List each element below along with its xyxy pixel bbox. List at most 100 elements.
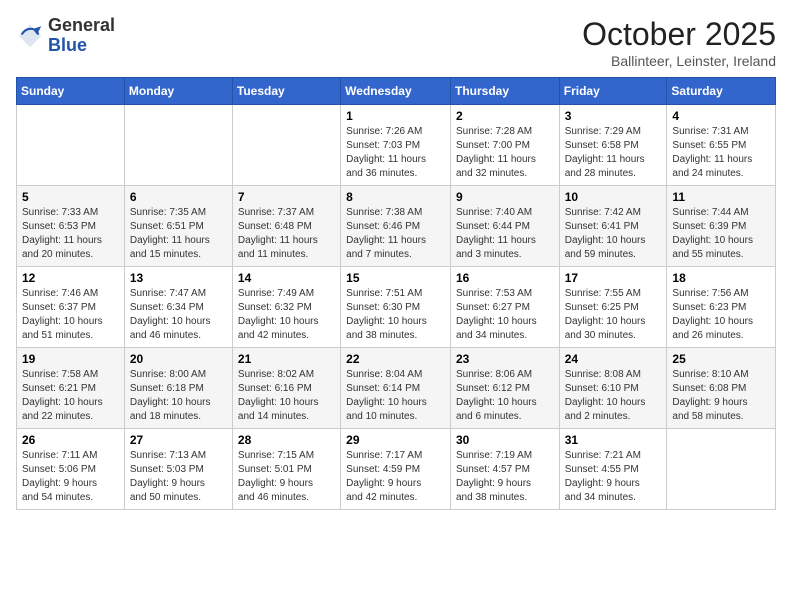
calendar-cell: 17 Sunrise: 7:55 AM Sunset: 6:25 PM Dayli…: [559, 267, 667, 348]
day-info: Sunrise: 7:55 AM Sunset: 6:25 PM Dayligh…: [565, 287, 662, 343]
day-number: 8: [346, 190, 445, 204]
calendar-cell: 21 Sunrise: 8:02 AM Sunset: 6:16 PM Dayli…: [232, 348, 340, 429]
day-number: 27: [130, 433, 227, 447]
calendar-cell: 9Sunrise: 7:40 AM Sunset: 6:44 PM Daylig…: [450, 186, 559, 267]
day-number: 25: [672, 352, 770, 366]
calendar-cell: 1 Sunrise: 7:26 AM Sunset: 7:03 PM Daylig…: [341, 105, 451, 186]
day-number: 16: [456, 271, 554, 285]
day-number: 23: [456, 352, 554, 366]
calendar-cell: 23 Sunrise: 8:06 AM Sunset: 6:12 PM Dayli…: [450, 348, 559, 429]
header-day-wednesday: Wednesday: [341, 78, 451, 105]
day-number: 22: [346, 352, 445, 366]
day-info: Sunrise: 8:02 AM Sunset: 6:16 PM Dayligh…: [238, 368, 335, 424]
calendar-cell: 10Sunrise: 7:42 AM Sunset: 6:41 PM Dayli…: [559, 186, 667, 267]
location: Ballinteer, Leinster, Ireland: [582, 53, 776, 69]
header-day-saturday: Saturday: [667, 78, 776, 105]
day-info: Sunrise: 8:00 AM Sunset: 6:18 PM Dayligh…: [130, 368, 227, 424]
header-day-friday: Friday: [559, 78, 667, 105]
calendar-cell: 31 Sunrise: 7:21 AM Sunset: 4:55 PM Dayli…: [559, 429, 667, 510]
day-info: Sunrise: 8:06 AM Sunset: 6:12 PM Dayligh…: [456, 368, 554, 424]
day-number: 7: [238, 190, 335, 204]
day-info: Sunrise: 7:49 AM Sunset: 6:32 PM Dayligh…: [238, 287, 335, 343]
day-number: 3: [565, 109, 662, 123]
calendar-cell: [232, 105, 340, 186]
day-info: Sunrise: 7:19 AM Sunset: 4:57 PM Dayligh…: [456, 449, 554, 505]
day-number: 2: [456, 109, 554, 123]
calendar-cell: 2Sunrise: 7:28 AM Sunset: 7:00 PM Daylig…: [450, 105, 559, 186]
header-row: SundayMondayTuesdayWednesdayThursdayFrid…: [17, 78, 776, 105]
calendar-cell: 13 Sunrise: 7:47 AM Sunset: 6:34 PM Dayli…: [124, 267, 232, 348]
day-number: 31: [565, 433, 662, 447]
day-number: 28: [238, 433, 335, 447]
calendar-cell: 27 Sunrise: 7:13 AM Sunset: 5:03 PM Dayli…: [124, 429, 232, 510]
calendar-header: SundayMondayTuesdayWednesdayThursdayFrid…: [17, 78, 776, 105]
day-number: 13: [130, 271, 227, 285]
day-info: Sunrise: 8:10 AM Sunset: 6:08 PM Dayligh…: [672, 368, 770, 424]
day-number: 15: [346, 271, 445, 285]
day-number: 26: [22, 433, 119, 447]
logo-icon: [16, 22, 44, 50]
day-info: Sunrise: 7:11 AM Sunset: 5:06 PM Dayligh…: [22, 449, 119, 505]
calendar-cell: 11Sunrise: 7:44 AM Sunset: 6:39 PM Dayli…: [667, 186, 776, 267]
calendar-cell: 16 Sunrise: 7:53 AM Sunset: 6:27 PM Dayli…: [450, 267, 559, 348]
day-info: Sunrise: 8:04 AM Sunset: 6:14 PM Dayligh…: [346, 368, 445, 424]
day-info: Sunrise: 8:08 AM Sunset: 6:10 PM Dayligh…: [565, 368, 662, 424]
day-number: 6: [130, 190, 227, 204]
week-row-3: 12 Sunrise: 7:46 AM Sunset: 6:37 PM Dayli…: [17, 267, 776, 348]
calendar-cell: 12 Sunrise: 7:46 AM Sunset: 6:37 PM Dayli…: [17, 267, 125, 348]
day-info: Sunrise: 7:35 AM Sunset: 6:51 PM Dayligh…: [130, 206, 227, 262]
calendar-cell: 7 Sunrise: 7:37 AM Sunset: 6:48 PM Daylig…: [232, 186, 340, 267]
day-info: Sunrise: 7:13 AM Sunset: 5:03 PM Dayligh…: [130, 449, 227, 505]
day-number: 18: [672, 271, 770, 285]
header-day-sunday: Sunday: [17, 78, 125, 105]
calendar-cell: [667, 429, 776, 510]
day-info: Sunrise: 7:46 AM Sunset: 6:37 PM Dayligh…: [22, 287, 119, 343]
month-title: October 2025: [582, 16, 776, 53]
day-info: Sunrise: 7:15 AM Sunset: 5:01 PM Dayligh…: [238, 449, 335, 505]
day-number: 30: [456, 433, 554, 447]
day-number: 29: [346, 433, 445, 447]
header-day-monday: Monday: [124, 78, 232, 105]
day-info: Sunrise: 7:47 AM Sunset: 6:34 PM Dayligh…: [130, 287, 227, 343]
day-info: Sunrise: 7:26 AM Sunset: 7:03 PM Dayligh…: [346, 125, 445, 181]
calendar-cell: 22 Sunrise: 8:04 AM Sunset: 6:14 PM Dayli…: [341, 348, 451, 429]
day-info: Sunrise: 7:21 AM Sunset: 4:55 PM Dayligh…: [565, 449, 662, 505]
logo: General Blue: [16, 16, 115, 56]
calendar-cell: 3Sunrise: 7:29 AM Sunset: 6:58 PM Daylig…: [559, 105, 667, 186]
day-info: Sunrise: 7:53 AM Sunset: 6:27 PM Dayligh…: [456, 287, 554, 343]
calendar-cell: 5Sunrise: 7:33 AM Sunset: 6:53 PM Daylig…: [17, 186, 125, 267]
day-number: 10: [565, 190, 662, 204]
week-row-4: 19 Sunrise: 7:58 AM Sunset: 6:21 PM Dayli…: [17, 348, 776, 429]
day-number: 17: [565, 271, 662, 285]
logo-text: General Blue: [48, 16, 115, 56]
day-number: 1: [346, 109, 445, 123]
calendar-cell: 28 Sunrise: 7:15 AM Sunset: 5:01 PM Dayli…: [232, 429, 340, 510]
day-number: 11: [672, 190, 770, 204]
day-info: Sunrise: 7:17 AM Sunset: 4:59 PM Dayligh…: [346, 449, 445, 505]
calendar-cell: 14 Sunrise: 7:49 AM Sunset: 6:32 PM Dayli…: [232, 267, 340, 348]
calendar-cell: [17, 105, 125, 186]
calendar-cell: 26 Sunrise: 7:11 AM Sunset: 5:06 PM Dayli…: [17, 429, 125, 510]
day-info: Sunrise: 7:31 AM Sunset: 6:55 PM Dayligh…: [672, 125, 770, 181]
day-info: Sunrise: 7:37 AM Sunset: 6:48 PM Dayligh…: [238, 206, 335, 262]
day-number: 20: [130, 352, 227, 366]
day-number: 21: [238, 352, 335, 366]
day-number: 12: [22, 271, 119, 285]
calendar-cell: 6 Sunrise: 7:35 AM Sunset: 6:51 PM Daylig…: [124, 186, 232, 267]
calendar-table: SundayMondayTuesdayWednesdayThursdayFrid…: [16, 77, 776, 510]
calendar-cell: 25 Sunrise: 8:10 AM Sunset: 6:08 PM Dayli…: [667, 348, 776, 429]
page-header: General Blue October 2025 Ballinteer, Le…: [16, 16, 776, 69]
calendar-cell: 20 Sunrise: 8:00 AM Sunset: 6:18 PM Dayli…: [124, 348, 232, 429]
day-info: Sunrise: 7:38 AM Sunset: 6:46 PM Dayligh…: [346, 206, 445, 262]
calendar-body: 1 Sunrise: 7:26 AM Sunset: 7:03 PM Daylig…: [17, 105, 776, 510]
day-info: Sunrise: 7:58 AM Sunset: 6:21 PM Dayligh…: [22, 368, 119, 424]
day-info: Sunrise: 7:56 AM Sunset: 6:23 PM Dayligh…: [672, 287, 770, 343]
day-number: 19: [22, 352, 119, 366]
day-number: 14: [238, 271, 335, 285]
header-day-tuesday: Tuesday: [232, 78, 340, 105]
day-number: 5: [22, 190, 119, 204]
day-number: 4: [672, 109, 770, 123]
title-block: October 2025 Ballinteer, Leinster, Irela…: [582, 16, 776, 69]
day-info: Sunrise: 7:40 AM Sunset: 6:44 PM Dayligh…: [456, 206, 554, 262]
calendar-cell: 30 Sunrise: 7:19 AM Sunset: 4:57 PM Dayli…: [450, 429, 559, 510]
